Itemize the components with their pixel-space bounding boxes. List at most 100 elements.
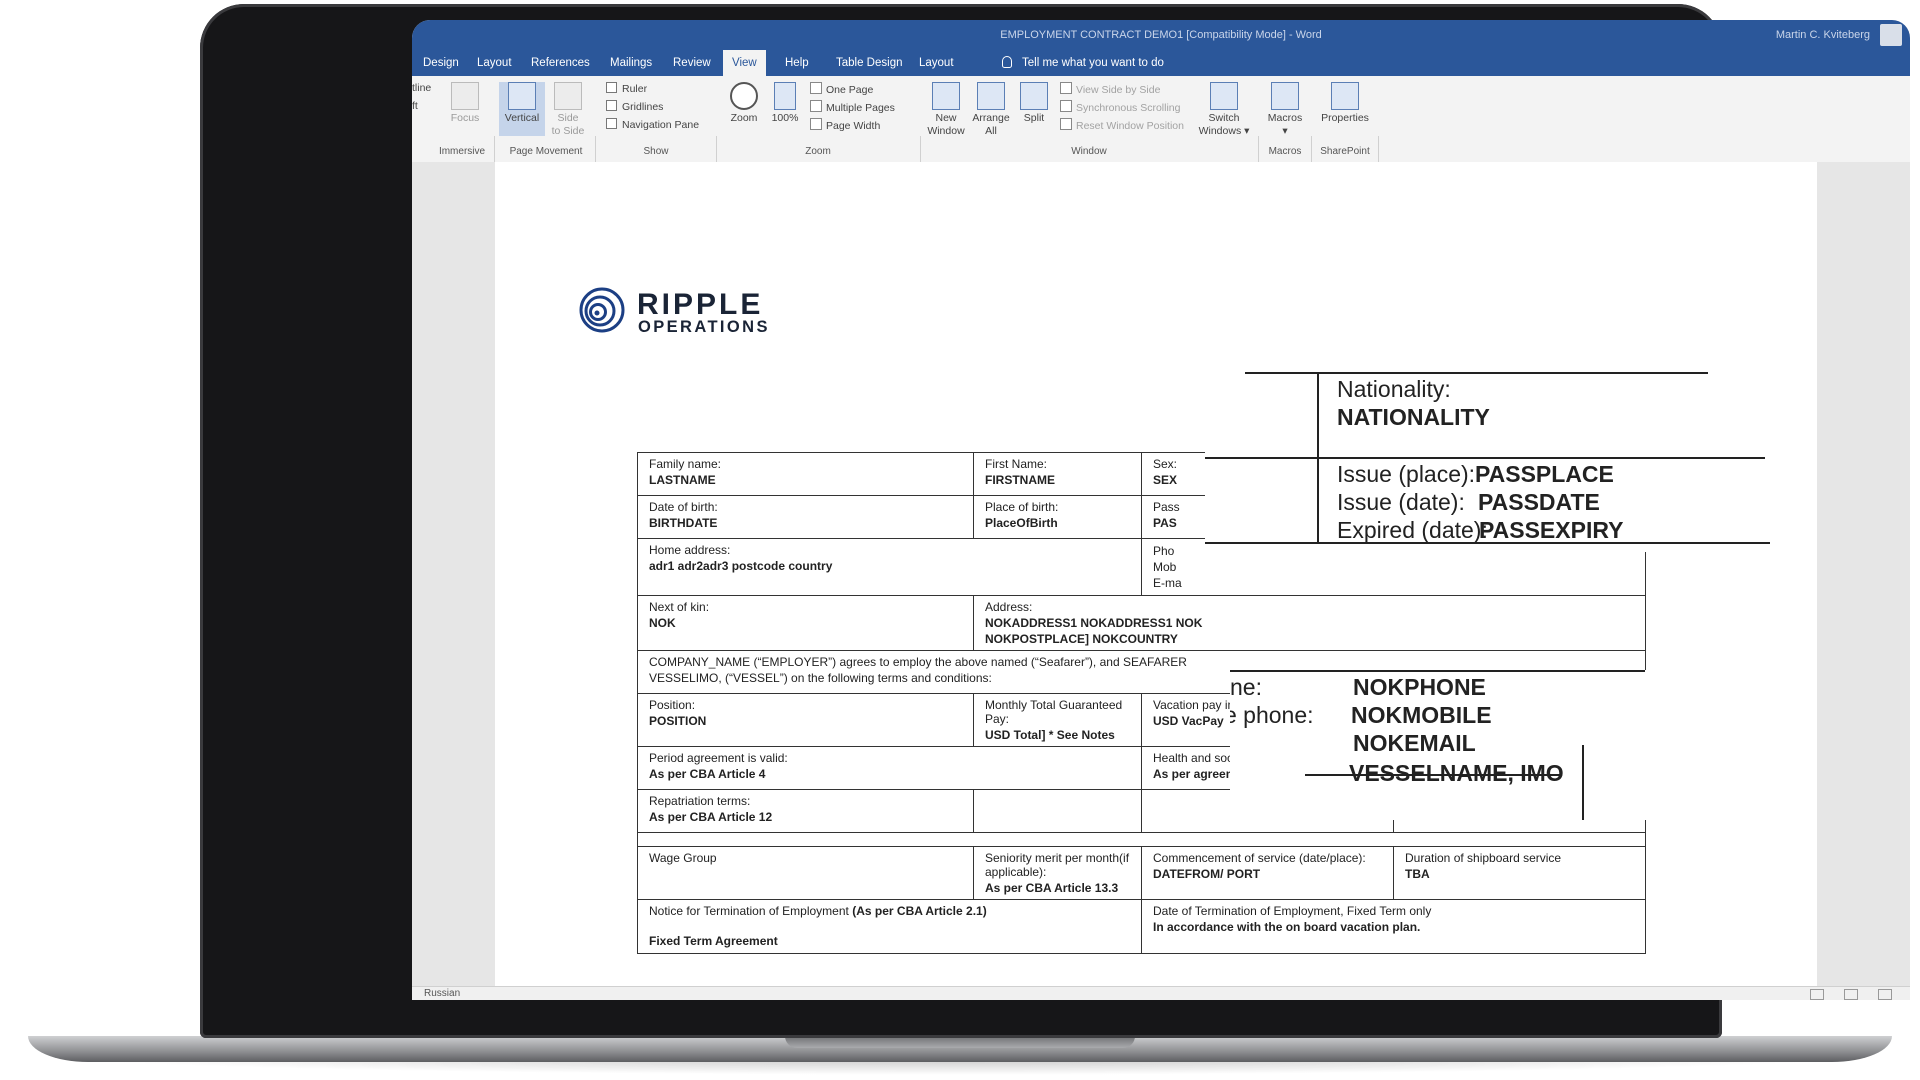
expired-label: Expired (date): [1337,517,1488,543]
reset-window-icon [1060,118,1072,130]
nok-address-cell[interactable]: Address: NOKADDRESS1 NOKADDRESS1 NOK NOKPO… [973,595,1646,651]
macros-icon [1271,82,1299,110]
commencement-cell[interactable]: Commencement of service (date/place): DAT… [1141,846,1394,900]
repatriation-label: Repatriation terms: [649,794,751,808]
tab-references[interactable]: References [522,50,599,76]
checkbox-icon [606,118,617,129]
issue-place-value: PASSPLACE [1475,461,1614,487]
notice-cell[interactable]: Notice for Termination of Employment (As… [637,899,1142,954]
termination-date-value: In accordance with the on board vacation… [1153,920,1421,934]
multiple-pages-button[interactable]: Multiple Pages [810,100,895,114]
navigation-pane-checkbox[interactable]: Navigation Pane [606,118,699,131]
monthly-pay-cell[interactable]: Monthly Total Guaranteed Pay: USD Total] … [973,693,1142,747]
macros-button[interactable]: Macros ▾ [1262,82,1308,138]
tab-view[interactable]: View [723,50,766,76]
nok-address-line-2: NOKPOSTPLACE] NOKCOUNTRY [985,632,1178,646]
properties-label: Properties [1321,112,1369,124]
period-cell[interactable]: Period agreement is valid: As per CBA Art… [637,746,1142,790]
tab-layout[interactable]: Layout [468,50,521,76]
vertical-button[interactable]: Vertical [499,82,545,136]
user-name[interactable]: Martin C. Kviteberg [1776,29,1870,41]
next-of-kin-cell[interactable]: Next of kin: NOK [637,595,974,651]
nok-phone-value: NOKPHONE [1353,674,1486,700]
empty-cell[interactable] [973,789,1142,833]
tab-mailings[interactable]: Mailings [601,50,661,76]
reset-window-button[interactable]: Reset Window Position [1060,118,1184,132]
first-name-cell[interactable]: First Name: FIRSTNAME [973,452,1142,496]
one-page-button[interactable]: One Page [810,82,873,96]
focus-button[interactable]: Focus [442,82,488,125]
split-label: Split [1023,112,1045,124]
tell-me-search[interactable]: Tell me what you want to do [1002,50,1164,76]
tab-design[interactable]: Design [414,50,468,76]
next-of-kin-label: Next of kin: [649,600,710,614]
side-label-1: Side [557,112,579,124]
duration-cell[interactable]: Duration of shipboard service TBA [1393,846,1646,900]
new-window-button[interactable]: New Window [926,82,966,138]
document-page[interactable]: RIPPLE OPERATIONS Family name: LASTNAME F… [495,162,1817,988]
overlay-rule [1317,372,1319,544]
side-by-side-icon [1060,82,1072,94]
sync-scrolling-button[interactable]: Synchronous Scrolling [1060,100,1180,114]
seniority-cell[interactable]: Seniority merit per month(if applicable)… [973,846,1142,900]
monthly-pay-value: USD Total] * See Notes [985,728,1115,742]
view-side-by-side-button[interactable]: View Side by Side [1060,82,1160,96]
first-name-label: First Name: [985,457,1048,471]
home-address-label: Home address: [649,543,731,557]
tab-help[interactable]: Help [776,50,818,76]
tab-table-layout[interactable]: Layout [910,50,963,76]
focus-icon [451,82,479,110]
navigation-pane-label: Navigation Pane [622,119,700,131]
email-label: E-ma [1153,576,1182,590]
split-button[interactable]: Split [1016,82,1052,125]
switch-label-2: Windows ▾ [1198,125,1250,137]
zoom-100-label: 100% [771,112,799,124]
period-label: Period agreement is valid: [649,751,788,765]
issue-place-label: Issue (place): [1337,461,1476,487]
switch-windows-button[interactable]: Switch Windows ▾ [1198,82,1250,138]
dob-cell[interactable]: Date of birth: BIRTHDATE [637,495,974,539]
group-label-show: Show [643,146,669,157]
dob-value: BIRTHDATE [649,516,718,530]
side-to-side-button[interactable]: Side to Side [548,82,588,138]
avatar[interactable] [1880,24,1902,46]
zoom-100-button[interactable]: 100% [768,82,802,125]
tab-table-design[interactable]: Table Design [827,50,911,76]
read-mode-icon[interactable] [1810,989,1824,1000]
window-title: EMPLOYMENT CONTRACT DEMO1 [Compatibility… [1000,29,1322,41]
language-indicator[interactable]: Russian [424,988,460,999]
arrange-all-button[interactable]: Arrange All [969,82,1013,138]
arrange-label-1: Arrange [972,112,1010,124]
overlay-rule [1582,745,1584,820]
position-cell[interactable]: Position: POSITION [637,693,974,747]
zoom-button[interactable]: Zoom [724,82,764,125]
web-layout-icon[interactable] [1878,989,1892,1000]
switch-windows-icon [1210,82,1238,110]
family-name-value: LASTNAME [649,473,716,487]
wage-group-cell[interactable]: Wage Group [637,846,974,900]
gridlines-checkbox[interactable]: Gridlines [606,100,663,113]
fixed-term-value: Fixed Term Agreement [649,934,778,948]
nok-mobile-value: NOKMOBILE [1351,702,1492,728]
ribbon-tabs: Design Layout References Mailings Review… [412,50,1910,76]
properties-button[interactable]: Properties [1316,82,1374,125]
dob-label: Date of birth: [649,500,718,514]
termination-date-cell[interactable]: Date of Termination of Employment, Fixed… [1141,899,1646,954]
print-layout-icon[interactable] [1844,989,1858,1000]
group-label-window: Window [1071,146,1107,157]
switch-label-1: Switch [1208,112,1240,124]
pob-label: Place of birth: [985,500,1059,514]
termination-date-label: Date of Termination of Employment, Fixed… [1153,904,1432,918]
spacer-row [637,832,1646,847]
home-address-cell[interactable]: Home address: adr1 adr2adr3 postcode coun… [637,538,1142,596]
home-address-value: adr1 adr2adr3 postcode country [649,559,833,573]
tab-review[interactable]: Review [664,50,720,76]
family-name-label: Family name: [649,457,722,471]
sync-scrolling-icon [1060,100,1072,112]
pob-cell[interactable]: Place of birth: PlaceOfBirth [973,495,1142,539]
issue-date-value: PASSDATE [1478,489,1600,515]
page-width-button[interactable]: Page Width [810,118,880,132]
repatriation-cell[interactable]: Repatriation terms: As per CBA Article 12 [637,789,974,833]
ruler-checkbox[interactable]: Ruler [606,82,647,95]
family-name-cell[interactable]: Family name: LASTNAME [637,452,974,496]
